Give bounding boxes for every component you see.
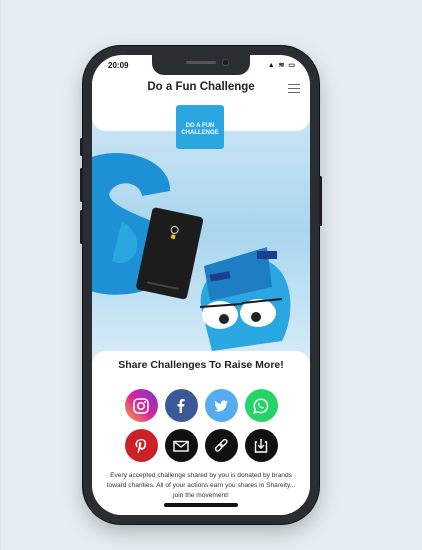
share-row-2: [92, 429, 310, 462]
envelope-icon: [173, 440, 189, 452]
volume-down-button: [80, 210, 83, 244]
email-button[interactable]: [164, 429, 198, 462]
whatsapp-icon: [253, 397, 269, 414]
share-more-button[interactable]: [244, 429, 278, 462]
hamburger-menu-icon[interactable]: [288, 84, 300, 93]
pinterest-icon: [135, 438, 147, 453]
twitter-button[interactable]: [204, 389, 238, 422]
power-button: [319, 176, 322, 226]
link-icon: [214, 438, 228, 452]
instagram-button[interactable]: [124, 389, 158, 422]
twitter-icon: [214, 400, 228, 411]
volume-up-button: [80, 168, 83, 202]
instagram-icon: [133, 397, 149, 414]
facebook-button[interactable]: [164, 389, 198, 422]
facebook-icon: [177, 398, 185, 413]
status-time: 20:09: [108, 61, 129, 70]
mute-switch: [80, 138, 83, 156]
copy-link-button[interactable]: [204, 429, 238, 462]
share-row-1: [92, 389, 310, 422]
phone-screen: 20:09 ▲ ≋ ▭ Do a Fun Challenge DO A FUN …: [92, 55, 310, 515]
home-indicator: [164, 503, 238, 507]
hero-illustration: DO A FUN CHALLENGE: [92, 101, 310, 361]
status-icons: ▲ ≋ ▭: [267, 62, 296, 69]
share-title: Share Challenges To Raise More!: [118, 359, 284, 371]
app-header: Do a Fun Challenge: [92, 73, 310, 101]
share-description: Every accepted challenge shared by you i…: [106, 472, 296, 499]
app-logo: DO A FUN CHALLENGE: [176, 105, 224, 149]
share-download-icon: [254, 438, 268, 453]
page-title: Do a Fun Challenge: [147, 81, 255, 93]
notch: [152, 55, 250, 75]
pinterest-button[interactable]: [124, 429, 158, 462]
phone-mockup: 20:09 ▲ ≋ ▭ Do a Fun Challenge DO A FUN …: [80, 46, 322, 524]
whatsapp-button[interactable]: [244, 389, 278, 422]
share-card: Share Challenges To Raise More! Every ac…: [92, 351, 310, 515]
